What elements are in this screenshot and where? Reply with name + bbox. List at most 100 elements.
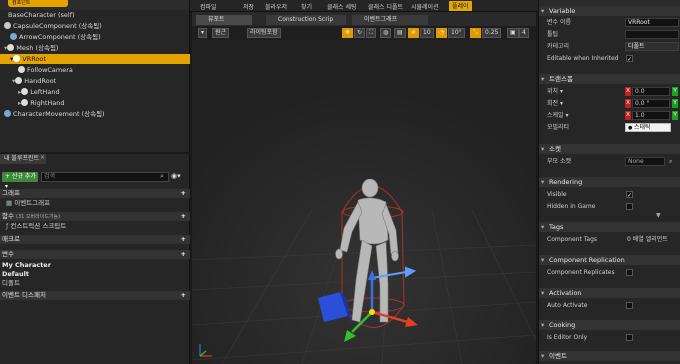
tab-construction-script[interactable]: Construction Scrip (266, 15, 346, 25)
camera-speed-icon[interactable]: ▣ (507, 28, 519, 38)
rotate-tool-icon[interactable]: ↻ (354, 28, 366, 38)
events-section-header[interactable]: 이벤트 (539, 351, 680, 361)
grid-snap-icon[interactable]: # (408, 28, 420, 38)
location-x-input[interactable]: 0.0 (632, 87, 670, 96)
variable-name-input[interactable]: VRRoot (625, 18, 679, 27)
parent-socket-input[interactable]: None (625, 157, 665, 166)
components-panel: 컴포넌트 BaseCharacter (self) CapsuleCompone… (0, 0, 190, 152)
category-dropdown[interactable]: 디폴트 (625, 42, 679, 51)
tooltip-input[interactable] (625, 30, 679, 39)
variables-section[interactable]: 변수 + (0, 250, 190, 259)
components-tab[interactable]: 컴포넌트 (0, 0, 189, 10)
row-label[interactable]: 위치 ▾ (547, 88, 563, 95)
tab-viewport[interactable]: 뷰포트 (196, 15, 252, 25)
find-button[interactable]: 찾기 (301, 2, 312, 11)
component-replicates-checkbox[interactable] (626, 269, 633, 276)
scale-snap-icon[interactable]: ⤡ (470, 28, 481, 38)
rotation-x-input[interactable]: 0.0 ° (632, 99, 670, 108)
tree-item-lefthand[interactable]: ▸ LeftHand (0, 87, 190, 97)
tree-item-followcamera[interactable]: FollowCamera (0, 65, 190, 75)
perspective-button[interactable]: 원근 (212, 28, 230, 38)
add-variable-icon[interactable]: + (181, 250, 186, 259)
tooltip-row: 툴팁 (539, 29, 680, 40)
search-input[interactable]: 검색 (41, 172, 169, 182)
cooking-section-header[interactable]: Cooking (539, 320, 680, 330)
variable-category[interactable]: Default (0, 270, 190, 279)
tree-item-handroot[interactable]: ▾ HandRoot (0, 76, 190, 86)
rotation-row: 회전 ▾ X 0.0 ° Y (539, 98, 680, 109)
activation-section-header[interactable]: Activation (539, 288, 680, 298)
component-root[interactable]: BaseCharacter (self) (0, 10, 190, 20)
tree-item-charmovement[interactable]: CharacterMovement (상속됨) (0, 109, 190, 119)
camera-speed-value[interactable]: 4 (519, 28, 529, 38)
add-new-button[interactable]: + 신규 추가 ▾ (2, 172, 38, 190)
row-label: 부모 소켓 (547, 158, 571, 165)
hidden-in-game-checkbox[interactable] (626, 203, 633, 210)
add-macro-icon[interactable]: + (181, 235, 186, 244)
save-button[interactable]: 저장 (243, 2, 254, 11)
expand-advanced-icon[interactable]: ▼ (656, 212, 661, 219)
editor-only-checkbox[interactable] (626, 334, 633, 341)
search-icon[interactable]: ⌕ (160, 172, 164, 181)
rendering-section-header[interactable]: Rendering (539, 177, 680, 187)
close-icon[interactable]: × (40, 154, 45, 161)
variable-category[interactable]: My Character (0, 261, 190, 270)
tree-item-arrow[interactable]: ArrowComponent (상속됨) (0, 32, 190, 42)
visible-checkbox[interactable] (626, 190, 633, 201)
lit-mode-button[interactable]: 라이팅포함 (247, 28, 281, 38)
event-graph-item[interactable]: ▦ 이벤트그래프 (0, 199, 190, 208)
tree-item-vrroot[interactable]: ▾ VRRoot (0, 54, 190, 64)
add-function-icon[interactable]: + (181, 212, 186, 221)
scale-tool-icon[interactable]: ⛶ (366, 28, 377, 38)
row-label[interactable]: 스케일 ▾ (547, 112, 568, 119)
add-graph-icon[interactable]: + (181, 189, 186, 198)
browse-button[interactable]: 블라우저 (265, 2, 287, 11)
section-label: 이벤트 디스패처 (2, 291, 46, 299)
functions-section[interactable]: 함수 (31 오버라이드가능) + (0, 212, 190, 221)
transform-section-header[interactable]: 트랜스폼 (539, 74, 680, 84)
add-dispatcher-icon[interactable]: + (181, 291, 186, 300)
world-local-icon[interactable]: ◍ (380, 28, 392, 38)
row-label: 변수 이름 (547, 19, 571, 26)
macros-section[interactable]: 매크로 + (0, 235, 190, 244)
auto-activate-checkbox[interactable] (626, 302, 633, 309)
search-socket-icon[interactable]: ⌕ (669, 156, 672, 167)
location-row: 위치 ▾ X 0.0 Y (539, 86, 680, 97)
override-count: (31 오버라이드가능) (16, 214, 61, 220)
editable-inherited-checkbox[interactable] (626, 54, 633, 65)
rotation-snap-icon[interactable]: ◔ (436, 28, 448, 38)
mobility-static-button[interactable]: ● 스태틱 (625, 123, 671, 132)
tab-event-graph[interactable]: 이벤트그래프 (352, 15, 428, 25)
replication-section-header[interactable]: Component Replication (539, 255, 680, 265)
scene-component-icon (15, 77, 23, 84)
item-label: 컨스트럭션 스크립트 (10, 222, 67, 230)
variable-category[interactable]: 디폴트 (0, 279, 190, 288)
surface-snap-icon[interactable]: ▤ (394, 28, 406, 38)
simulation-button[interactable]: 시뮬레이션 (411, 2, 439, 11)
row-label[interactable]: 회전 ▾ (547, 100, 563, 107)
eye-icon[interactable]: ◉▾ (171, 172, 181, 180)
tree-item-capsule[interactable]: CapsuleComponent (상속됨) (0, 21, 190, 31)
scale-x-input[interactable]: 1.0 (632, 111, 670, 120)
socket-section-header[interactable]: 소켓 (539, 144, 680, 154)
event-dispatchers-section[interactable]: 이벤트 디스패처 + (0, 291, 190, 300)
translate-tool-icon[interactable]: ✥ (342, 28, 354, 38)
compile-button[interactable]: 컴파일 (200, 2, 217, 11)
hidden-in-game-row: Hidden in Game (539, 201, 680, 212)
variable-section-header[interactable]: Variable (539, 6, 680, 16)
construction-script-item[interactable]: ƒ 컨스트럭션 스크립트 (0, 222, 190, 231)
rotation-snap-value[interactable]: 10° (448, 28, 465, 38)
viewport-options-button[interactable]: ▾ (198, 28, 208, 38)
grid-snap-value[interactable]: 10 (420, 28, 434, 38)
viewport-scene[interactable] (192, 40, 536, 364)
tree-item-mesh[interactable]: ▾ Mesh (상속됨) (0, 43, 190, 53)
tree-item-righthand[interactable]: ▸ RightHand (0, 98, 190, 108)
tab-label: 이벤트그래프 (364, 16, 398, 23)
graphs-section[interactable]: 그래프 + (0, 189, 190, 198)
tags-section-header[interactable]: Tags (539, 222, 680, 232)
my-blueprint-panel: 내 블루프린트 × + 신규 추가 ▾ 검색 ⌕ ◉▾ 그래프 + ▦ 이벤트그래… (0, 154, 190, 364)
play-button[interactable]: 플레이 (449, 1, 472, 11)
scale-snap-value[interactable]: 0.25 (482, 28, 502, 38)
class-defaults-button[interactable]: 클래스 디폴트 (368, 2, 403, 11)
class-settings-button[interactable]: 클래스 세팅 (327, 2, 357, 11)
